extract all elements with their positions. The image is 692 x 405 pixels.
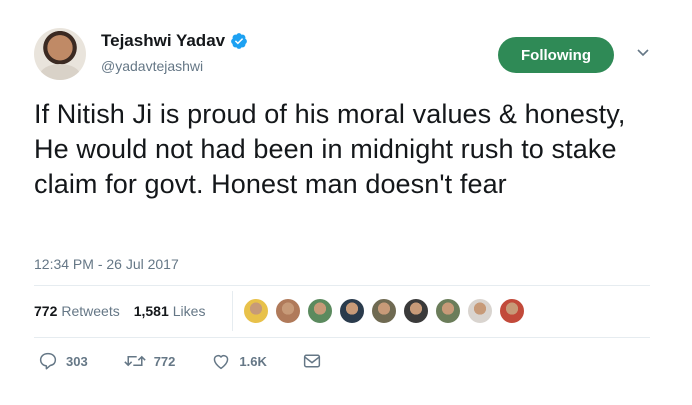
liker-avatar[interactable]	[403, 298, 429, 324]
author-avatar[interactable]	[34, 28, 86, 80]
following-button[interactable]: Following	[498, 37, 614, 73]
author-name-row: Tejashwi Yadav	[101, 31, 248, 51]
stats-separator	[232, 291, 233, 331]
reply-icon	[39, 352, 57, 370]
likers-avatar-list	[243, 298, 531, 324]
likes-count: 1,581	[133, 303, 169, 319]
direct-message-button[interactable]	[303, 353, 329, 369]
heart-icon	[214, 354, 229, 370]
direct-message-icon	[303, 354, 320, 368]
liker-avatar[interactable]	[435, 298, 461, 324]
tweet-stats: 772 Retweets 1,581 Likes	[34, 303, 205, 319]
retweets-count: 772	[34, 303, 58, 319]
retweet-count: 772	[153, 353, 176, 369]
like-count: 1.6K	[239, 353, 267, 369]
verified-badge-icon	[231, 33, 247, 49]
chevron-down-icon[interactable]	[636, 48, 650, 58]
reply-count: 303	[66, 353, 88, 369]
retweet-icon	[124, 355, 146, 367]
likes-stat[interactable]: 1,581 Likes	[134, 303, 206, 319]
divider	[34, 285, 650, 286]
tweet-actions: 303 772 1.6K	[38, 352, 329, 370]
liker-avatar[interactable]	[339, 298, 365, 324]
liker-avatar[interactable]	[307, 298, 333, 324]
reply-button[interactable]: 303	[38, 352, 88, 370]
liker-avatar[interactable]	[243, 298, 269, 324]
liker-avatar[interactable]	[275, 298, 301, 324]
retweets-label: Retweets	[61, 303, 120, 319]
tweet-timestamp[interactable]: 12:34 PM - 26 Jul 2017	[34, 256, 179, 272]
author-name[interactable]: Tejashwi Yadav	[101, 31, 225, 51]
tweet-text: If Nitish Ji is proud of his moral value…	[34, 99, 626, 199]
tweet-card: Tejashwi Yadav @yadavtejashwi Following …	[0, 0, 692, 405]
likes-label: Likes	[172, 303, 206, 319]
divider	[34, 337, 650, 338]
author-handle[interactable]: @yadavtejashwi	[101, 58, 203, 74]
like-button[interactable]: 1.6K	[211, 352, 267, 370]
retweets-stat[interactable]: 772 Retweets	[34, 303, 120, 319]
liker-avatar[interactable]	[467, 298, 493, 324]
avatar-shirt	[40, 64, 80, 80]
liker-avatar[interactable]	[499, 298, 525, 324]
retweet-button[interactable]: 772	[124, 353, 176, 369]
liker-avatar[interactable]	[371, 298, 397, 324]
